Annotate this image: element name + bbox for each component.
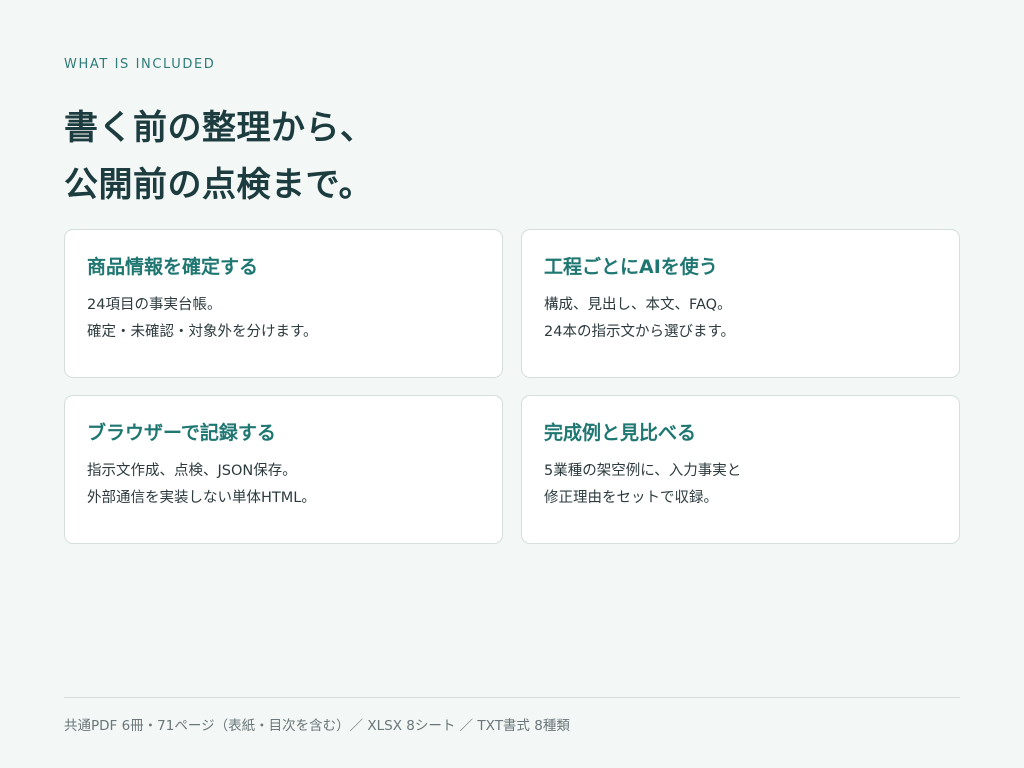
card-text-line: 5業種の架空例に、入力事実と <box>544 463 742 479</box>
card-text-line: 24項目の事実台帳。 <box>87 297 222 313</box>
footer-divider <box>64 697 960 698</box>
card-text-line: 24本の指示文から選びます。 <box>544 324 735 340</box>
card-title: 商品情報を確定する <box>87 256 259 278</box>
page: WHAT IS INCLUDED 書く前の整理から、 公開前の点検まで。 商品情… <box>64 0 960 768</box>
card-text-line: 確定・未確認・対象外を分けます。 <box>87 324 318 340</box>
card-text-line: 修正理由をセットで収録。 <box>544 490 718 506</box>
feature-card-browser-record: ブラウザーで記録する 指示文作成、点検、JSON保存。 外部通信を実装しない単体… <box>64 395 503 544</box>
card-title: ブラウザーで記録する <box>87 422 276 444</box>
card-text-line: 外部通信を実装しない単体HTML。 <box>87 490 316 506</box>
feature-card-product-info: 商品情報を確定する 24項目の事実台帳。 確定・未確認・対象外を分けます。 <box>64 229 503 378</box>
feature-card-compare-examples: 完成例と見比べる 5業種の架空例に、入力事実と 修正理由をセットで収録。 <box>521 395 960 544</box>
feature-grid: 商品情報を確定する 24項目の事実台帳。 確定・未確認・対象外を分けます。 工程… <box>64 229 960 544</box>
card-text-line: 指示文作成、点検、JSON保存。 <box>87 463 297 479</box>
feature-card-ai-workflow: 工程ごとにAIを使う 構成、見出し、本文、FAQ。 24本の指示文から選びます。 <box>521 229 960 378</box>
headline-line-2: 公開前の点検まで。 <box>64 165 374 205</box>
section-eyebrow: WHAT IS INCLUDED <box>64 57 216 72</box>
card-title: 工程ごとにAIを使う <box>544 256 718 278</box>
card-title: 完成例と見比べる <box>544 422 697 444</box>
card-text-line: 構成、見出し、本文、FAQ。 <box>544 297 732 313</box>
page-headline: 書く前の整理から、 公開前の点検まで。 <box>64 100 375 214</box>
headline-line-1: 書く前の整理から、 <box>64 108 375 148</box>
footer-note: 共通PDF 6冊・71ページ（表紙・目次を含む）／ XLSX 8シート ／ TX… <box>64 718 570 734</box>
